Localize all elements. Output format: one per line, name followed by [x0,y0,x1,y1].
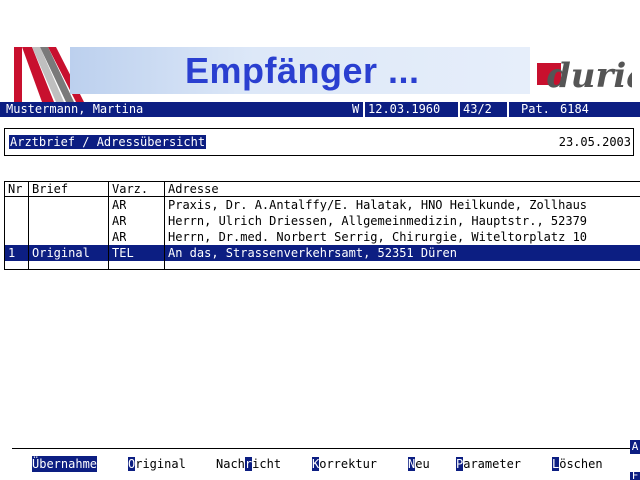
menu-parameter[interactable]: Parameter [456,456,521,472]
page-title: Empfänger ... [185,50,420,91]
subheader-title: Arztbrief / Adressübersicht [9,135,207,149]
cell-brief: Original [32,246,90,260]
separator [363,102,365,117]
menu-label: icht [252,457,282,471]
menu-label: orrektur [319,457,378,471]
side-mark: F [630,472,640,480]
cell-nr: 1 [8,246,16,260]
table-row-selected[interactable]: 1 Original TEL An das, Strassenverkehrsa… [5,245,640,261]
menu-uebernahme[interactable]: Übernahme [32,456,98,472]
cell-adresse: Praxis, Dr. A.Antalffy/E. Halatak, HNO H… [168,198,588,212]
duria-logo: duria [537,47,640,97]
cell-adresse: An das, Strassenverkehrsamt, 52351 Düren [168,246,457,260]
subheader-box: Arztbrief / Adressübersicht 23.05.2003 [4,128,634,156]
patient-name: Mustermann, Martina [6,102,144,116]
column-divider [108,182,109,269]
separator [507,102,509,117]
column-header-brief: Brief [32,182,69,196]
menu-nachricht[interactable]: Nachricht [216,456,281,472]
menu-original[interactable]: Original [128,456,186,472]
cell-adresse: Herrn, Dr.med. Norbert Serrig, Chirurgie… [168,230,588,244]
menu-label: arameter [463,457,522,471]
patient-code: 43/2 [463,102,492,116]
menu-label: riginal [135,457,186,471]
patient-number: 6184 [560,102,589,116]
column-header-adresse: Adresse [168,182,219,196]
column-header-varz: Varz. [112,182,149,196]
svg-text:duria: duria [547,56,632,96]
cell-varz: TEL [112,246,134,260]
separator [458,102,460,117]
menu-label: eu [415,457,430,471]
patient-pat-label: Pat. [521,102,550,116]
cell-varz: AR [112,214,127,228]
menu-label: öschen [559,457,603,471]
menu-korrektur[interactable]: Korrektur [312,456,377,472]
column-header-nr: Nr [8,182,23,196]
column-divider [28,182,29,269]
patient-bar: Mustermann, Martina W 12.03.1960 43/2 Pa… [0,102,640,117]
cell-varz: AR [112,198,127,212]
address-table: Nr Brief Varz. Adresse AR Praxis, Dr. A.… [4,181,640,270]
menu-loeschen[interactable]: Löschen [552,456,603,472]
side-mark: A [630,440,640,454]
column-divider [164,182,165,269]
cell-adresse: Herrn, Ulrich Driessen, Allgemeinmedizin… [168,214,588,228]
patient-sex: W [352,102,360,116]
patient-birthdate: 12.03.1960 [368,102,441,116]
cell-varz: AR [112,230,127,244]
menu-neu[interactable]: Neu [408,456,430,472]
menu-label: Nach [216,457,245,471]
subheader-date: 23.05.2003 [558,135,631,149]
menu-divider [12,448,630,449]
